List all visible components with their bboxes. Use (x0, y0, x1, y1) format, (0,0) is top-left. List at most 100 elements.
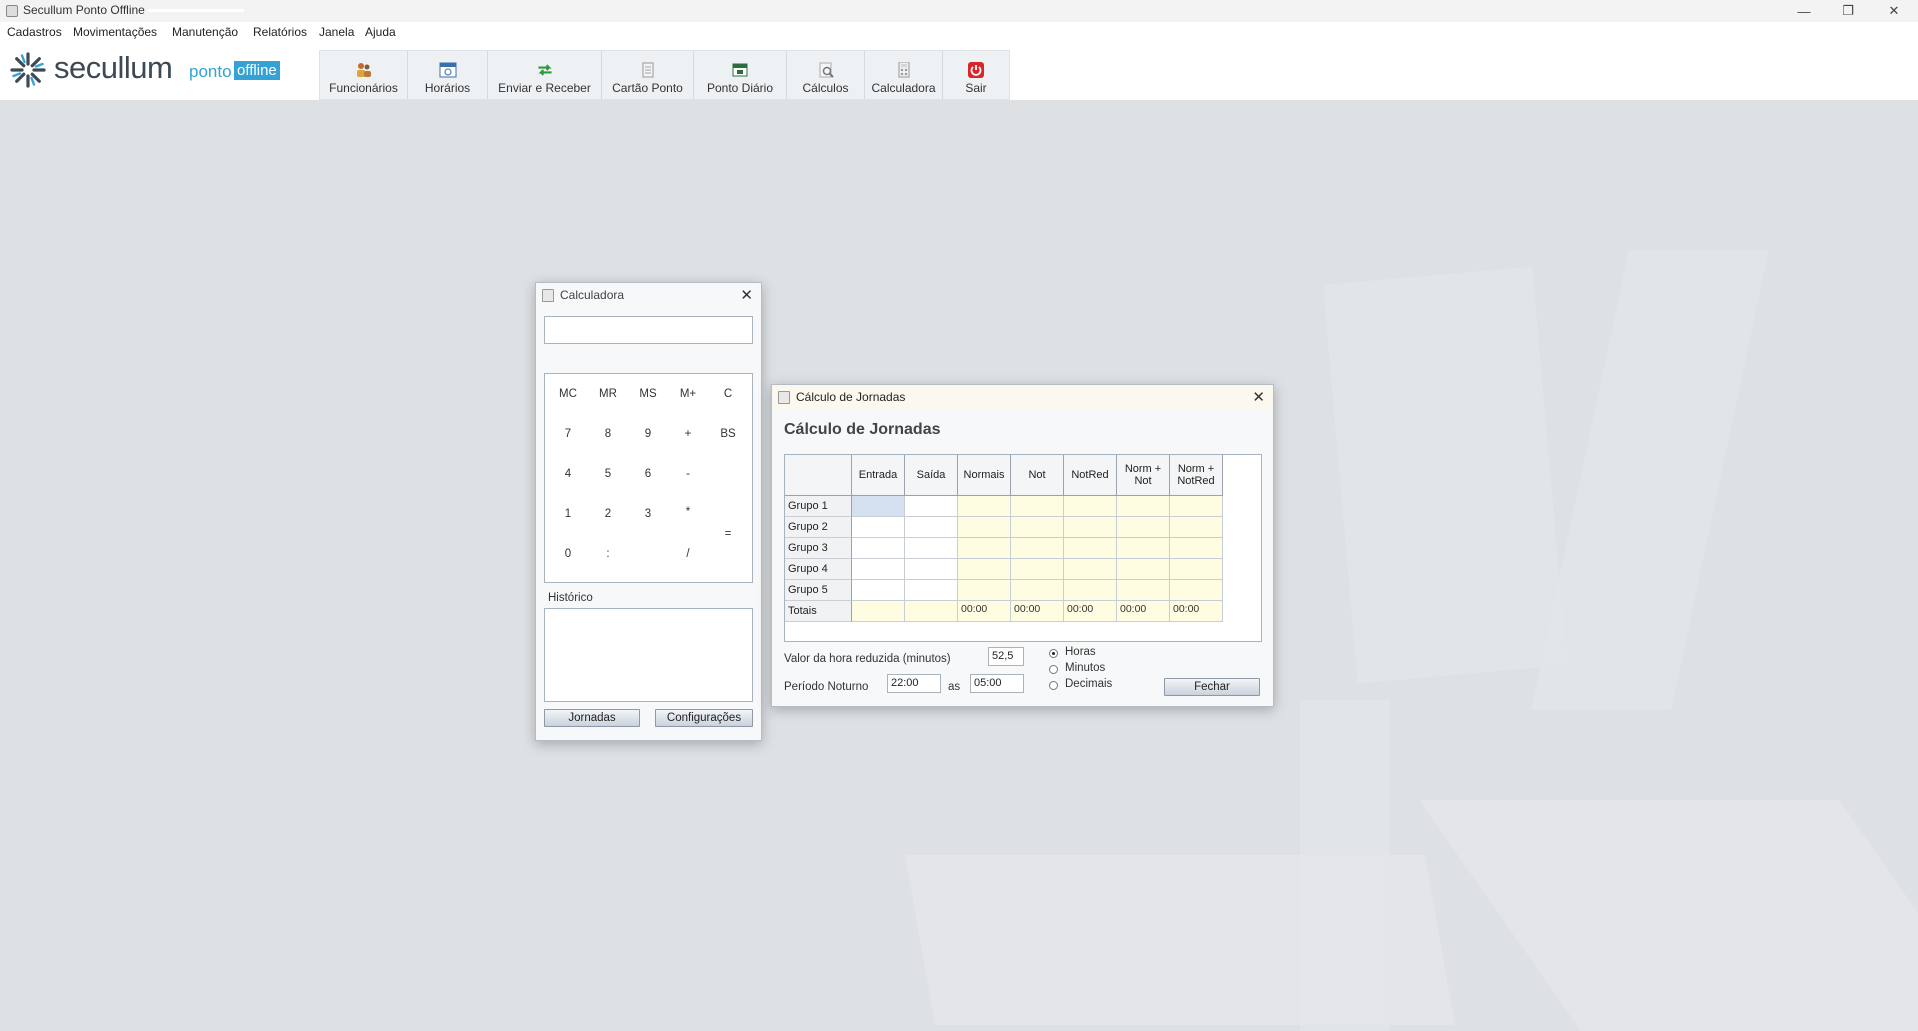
calculator-display[interactable] (544, 316, 753, 344)
key-mc[interactable]: MC (553, 384, 583, 404)
total-not: 00:00 (1011, 601, 1064, 622)
toolbar-enviar-receber[interactable]: Enviar e Receber (488, 51, 602, 99)
key-mplus[interactable]: M+ (673, 384, 703, 404)
radio-horas[interactable] (1049, 649, 1058, 658)
cell-norm-notred (1170, 496, 1223, 517)
cell-saida[interactable] (905, 580, 958, 601)
key-5[interactable]: 5 (593, 464, 623, 484)
close-window-button[interactable]: ✕ (1872, 0, 1916, 22)
hora-reduzida-input[interactable]: 52,5 (988, 647, 1024, 666)
key-colon[interactable]: : (593, 544, 623, 564)
key-mr[interactable]: MR (593, 384, 623, 404)
cell-entrada[interactable] (852, 559, 905, 580)
periodo-separator: as (948, 681, 961, 693)
calculator-title: Calculadora (560, 288, 625, 302)
cell-entrada[interactable] (852, 517, 905, 538)
periodo-inicio-input[interactable]: 22:00 (887, 674, 941, 693)
row-header-grupo-3: Grupo 3 (785, 538, 852, 559)
column-header-line: Norm + (1177, 463, 1215, 475)
key-equals[interactable]: = (713, 524, 743, 544)
toolbar-ponto-diario[interactable]: Ponto Diário (694, 51, 787, 99)
key-ms[interactable]: MS (633, 384, 663, 404)
logo-brand-text: secullum (54, 50, 173, 85)
cell-norm-not (1117, 580, 1170, 601)
key-6[interactable]: 6 (633, 464, 663, 484)
cell-not (1011, 538, 1064, 559)
toolbar-sair[interactable]: Sair (943, 51, 1009, 99)
key-3[interactable]: 3 (633, 504, 663, 524)
watermark-shape (1419, 800, 1918, 1031)
toolbar-label: Ponto Diário (706, 81, 774, 95)
toolbar-label: Cálculos (802, 81, 849, 95)
radio-decimais[interactable] (1049, 681, 1058, 690)
cell-saida[interactable] (905, 559, 958, 580)
grid-corner (785, 455, 852, 496)
key-7[interactable]: 7 (553, 424, 583, 444)
periodo-fim-input[interactable]: 05:00 (970, 674, 1024, 693)
menu-movimentacoes[interactable]: Movimentações (73, 25, 157, 39)
toolbar-calculadora[interactable]: Calculadora (865, 51, 943, 99)
key-clear[interactable]: C (713, 384, 743, 404)
key-4[interactable]: 4 (553, 464, 583, 484)
cell-entrada[interactable] (852, 580, 905, 601)
cell-notred (1064, 559, 1117, 580)
calculator-window-icon (542, 289, 554, 302)
watermark-shape (1300, 700, 1390, 1031)
column-header-normais: Normais (958, 455, 1011, 496)
cell-notred (1064, 496, 1117, 517)
key-backspace[interactable]: BS (713, 424, 743, 444)
toolbar-label: Horários (424, 81, 471, 95)
key-0[interactable]: 0 (553, 544, 583, 564)
cell-normais (958, 517, 1011, 538)
fechar-button[interactable]: Fechar (1164, 678, 1260, 696)
cell-saida[interactable] (905, 496, 958, 517)
cell-entrada[interactable] (852, 496, 905, 517)
calculator-titlebar[interactable]: Calculadora ✕ (536, 283, 761, 307)
logo-ponto-text: ponto (189, 62, 232, 81)
configuracoes-button[interactable]: Configurações (655, 709, 753, 727)
key-9[interactable]: 9 (633, 424, 663, 444)
key-1[interactable]: 1 (553, 504, 583, 524)
toolbar-horarios[interactable]: Horários (408, 51, 488, 99)
toolbar-calculos[interactable]: Cálculos (787, 51, 865, 99)
menu-cadastros[interactable]: Cadastros (7, 25, 62, 39)
history-field[interactable] (544, 608, 753, 702)
cell-not (1011, 580, 1064, 601)
maximize-button[interactable]: ❐ (1826, 0, 1870, 22)
total-saida (905, 601, 958, 622)
calculator-window: Calculadora ✕ MC MR MS M+ C 7 8 9 + BS 4… (535, 282, 762, 741)
column-header-entrada: Entrada (852, 455, 905, 496)
cell-saida[interactable] (905, 517, 958, 538)
jornadas-button[interactable]: Jornadas (544, 709, 640, 727)
row-header-grupo-1: Grupo 1 (785, 496, 852, 517)
key-divide[interactable]: / (673, 544, 703, 564)
cell-norm-notred (1170, 538, 1223, 559)
close-icon[interactable]: ✕ (740, 286, 753, 304)
main-toolbar: Funcionários Horários Enviar e Receber C… (319, 50, 1010, 100)
radio-minutos[interactable] (1049, 665, 1058, 674)
key-minus[interactable]: - (673, 464, 703, 484)
minimize-button[interactable]: — (1782, 0, 1826, 22)
power-icon (967, 62, 985, 78)
key-plus[interactable]: + (673, 424, 703, 444)
toolbar-label: Cartão Ponto (612, 81, 683, 95)
key-2[interactable]: 2 (593, 504, 623, 524)
toolbar-cartao-ponto[interactable]: Cartão Ponto (602, 51, 694, 99)
close-icon[interactable]: ✕ (1252, 388, 1265, 406)
toolbar-funcionarios[interactable]: Funcionários (320, 51, 408, 99)
title-progress-bar (148, 9, 244, 12)
column-header-norm-notred: Norm + NotRed (1170, 455, 1223, 496)
column-header-line: NotRed (1177, 475, 1215, 487)
menu-ajuda[interactable]: Ajuda (365, 25, 396, 39)
menu-relatorios[interactable]: Relatórios (253, 25, 307, 39)
cell-norm-not (1117, 559, 1170, 580)
column-header-line: Norm + (1124, 463, 1162, 475)
menu-janela[interactable]: Janela (319, 25, 354, 39)
menu-manutencao[interactable]: Manutenção (172, 25, 238, 39)
key-8[interactable]: 8 (593, 424, 623, 444)
total-entrada (852, 601, 905, 622)
jornadas-titlebar[interactable]: Cálculo de Jornadas ✕ (772, 385, 1273, 409)
key-multiply[interactable]: * (673, 502, 703, 522)
cell-saida[interactable] (905, 538, 958, 559)
cell-entrada[interactable] (852, 538, 905, 559)
